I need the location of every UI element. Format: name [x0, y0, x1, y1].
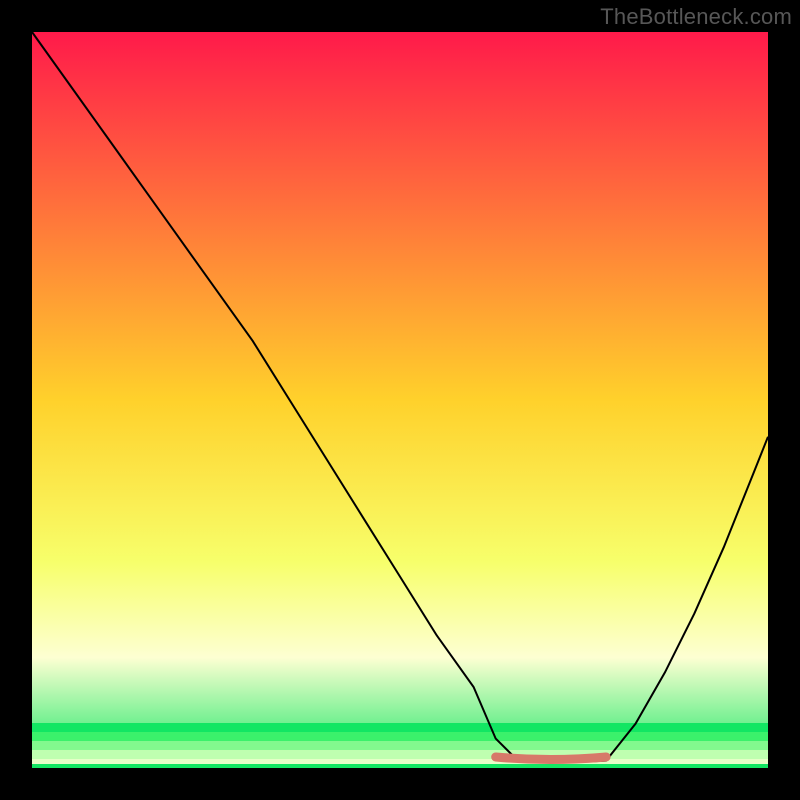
chart-svg: [0, 0, 800, 800]
plot-area: [32, 32, 768, 768]
chart-container: TheBottleneck.com: [0, 0, 800, 800]
bottom-bands: [32, 723, 768, 768]
watermark-text: TheBottleneck.com: [600, 4, 792, 30]
flat-minimum-segment: [496, 757, 606, 760]
gradient-background: [32, 32, 768, 768]
